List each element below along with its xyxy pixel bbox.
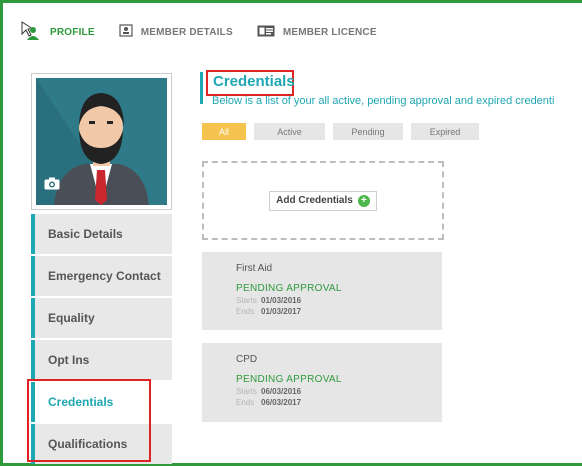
credential-name: First Aid (236, 263, 273, 274)
credential-card[interactable]: CPD PENDING APPROVAL Starts 06/03/2016 En… (202, 343, 442, 422)
filter-tabs: All Active Pending Expired (202, 123, 487, 140)
sidebar-item-opt-ins[interactable]: Opt Ins (31, 340, 172, 380)
heading-accent-bar (200, 72, 203, 104)
credential-name: CPD (236, 354, 258, 365)
sidebar-item-basic-details[interactable]: Basic Details (31, 214, 172, 254)
sidebar-highlight-box (27, 379, 151, 462)
licence-card-icon (257, 25, 275, 40)
credential-start-row: Starts 06/03/2016 (236, 387, 442, 396)
filter-active[interactable]: Active (254, 123, 325, 140)
starts-label: Starts (236, 296, 257, 305)
ends-label: Ends (236, 398, 255, 407)
avatar[interactable] (31, 73, 172, 210)
starts-label: Starts (236, 387, 257, 396)
avatar-image (36, 78, 167, 205)
id-card-icon (119, 24, 133, 40)
window-frame-left (0, 0, 3, 466)
sidebar-item-label: Opt Ins (48, 353, 90, 367)
end-date: 01/03/2017 (261, 307, 302, 316)
title-highlight-box: Credentials (206, 70, 295, 96)
ends-label: Ends (236, 307, 255, 316)
credential-start-row: Starts 01/03/2016 (236, 296, 442, 305)
start-date: 01/03/2016 (261, 296, 302, 305)
nav-label: MEMBER DETAILS (140, 26, 233, 38)
person-icon (20, 20, 42, 44)
nav-label: PROFILE (50, 26, 95, 38)
add-credentials-label: Add Credentials (276, 195, 353, 206)
add-credentials-dropzone: Add Credentials + (202, 161, 444, 240)
sidebar-item-label: Basic Details (48, 227, 123, 241)
credential-card[interactable]: First Aid PENDING APPROVAL Starts 01/03/2… (202, 252, 442, 330)
top-nav: PROFILE MEMBER DETAILS MEMBER LICENCE (20, 20, 401, 44)
sidebar-item-label: Equality (48, 311, 95, 325)
filter-expired[interactable]: Expired (411, 123, 479, 140)
page-title: Credentials (213, 73, 295, 90)
sidebar-item-label: Emergency Contact (48, 269, 161, 283)
sidebar-item-equality[interactable]: Equality (31, 298, 172, 338)
window-frame-top (0, 0, 582, 3)
nav-profile[interactable]: PROFILE (20, 20, 95, 44)
camera-icon[interactable] (44, 177, 60, 195)
filter-all[interactable]: All (202, 123, 246, 140)
filter-pending[interactable]: Pending (333, 123, 403, 140)
credential-status: PENDING APPROVAL (236, 374, 342, 385)
start-date: 06/03/2016 (261, 387, 302, 396)
credential-end-row: Ends 01/03/2017 (236, 307, 442, 316)
plus-icon: + (357, 194, 370, 207)
page-subtitle: Below is a list of your all active, pend… (212, 95, 555, 107)
add-credentials-button[interactable]: Add Credentials + (269, 190, 377, 211)
nav-member-licence[interactable]: MEMBER LICENCE (257, 25, 377, 40)
credential-end-row: Ends 06/03/2017 (236, 398, 442, 407)
sidebar-item-emergency-contact[interactable]: Emergency Contact (31, 256, 172, 296)
nav-member-details[interactable]: MEMBER DETAILS (119, 24, 233, 40)
end-date: 06/03/2017 (261, 398, 302, 407)
credential-status: PENDING APPROVAL (236, 283, 342, 294)
nav-label: MEMBER LICENCE (282, 26, 377, 38)
